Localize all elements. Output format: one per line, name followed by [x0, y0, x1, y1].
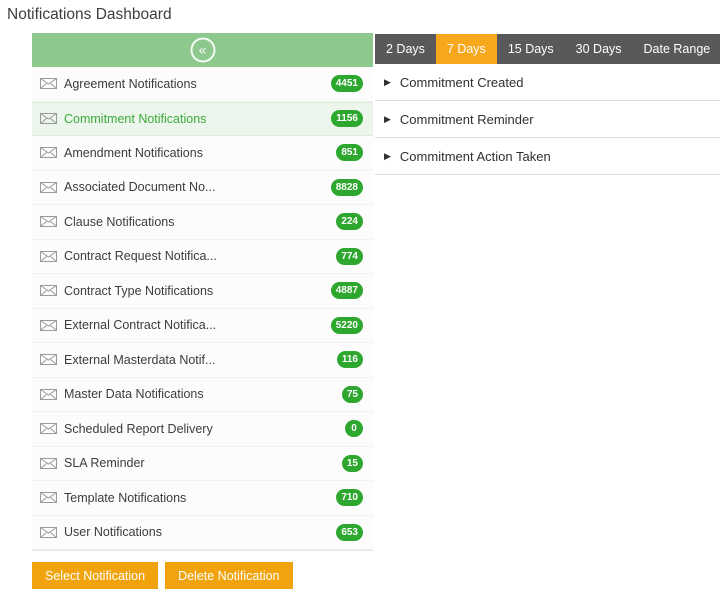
tab-date-range[interactable]: Date Range: [633, 34, 720, 64]
notification-groups: ▶ Commitment Created ▶ Commitment Remind…: [375, 64, 720, 175]
count-badge: 4451: [331, 75, 363, 92]
tab-label: Date Range: [644, 42, 711, 56]
time-range-tabs: 2 Days 7 Days 15 Days 30 Days Date Range: [375, 34, 720, 64]
footer-actions: Select Notification Delete Notification: [32, 562, 293, 589]
count-badge: 8828: [331, 179, 363, 196]
count-badge: 224: [336, 213, 363, 230]
tab-label: 7 Days: [447, 42, 486, 56]
notification-type-label: External Contract Notifica...: [64, 318, 216, 332]
notification-detail-panel: 2 Days 7 Days 15 Days 30 Days Date Range…: [375, 34, 720, 175]
list-item-sla-reminder[interactable]: SLA Reminder 15: [32, 447, 373, 482]
list-item-external-masterdata-notif[interactable]: External Masterdata Notif... 116: [32, 343, 373, 378]
count-badge: 4887: [331, 282, 363, 299]
collapse-chevron-icon: «: [199, 42, 207, 56]
envelope-icon: [40, 389, 57, 400]
count-badge: 116: [337, 351, 363, 368]
envelope-icon: [40, 320, 57, 331]
envelope-icon: [40, 285, 57, 296]
delete-notification-button[interactable]: Delete Notification: [165, 562, 292, 589]
count-badge: 1156: [331, 110, 363, 127]
dashboard-layout: « Agreement Notifications 4451 Commitmen…: [32, 33, 720, 551]
list-item-user-notifications[interactable]: User Notifications 653: [32, 516, 373, 551]
group-label: Commitment Reminder: [400, 112, 534, 127]
envelope-icon: [40, 147, 57, 158]
notification-type-label: Contract Request Notifica...: [64, 249, 217, 263]
page-title: Notifications Dashboard: [7, 6, 172, 24]
list-item-scheduled-report-delivery[interactable]: Scheduled Report Delivery 0: [32, 412, 373, 447]
notification-type-label: Master Data Notifications: [64, 387, 204, 401]
count-badge: 5220: [331, 317, 363, 334]
count-badge: 0: [345, 420, 363, 437]
tab-30-days[interactable]: 30 Days: [565, 34, 633, 64]
accordion-commitment-reminder[interactable]: ▶ Commitment Reminder: [375, 101, 720, 138]
count-badge: 653: [336, 524, 363, 541]
group-label: Commitment Action Taken: [400, 149, 551, 164]
panel-header-bar: «: [32, 33, 373, 67]
list-item-amendment-notifications[interactable]: Amendment Notifications 851: [32, 136, 373, 171]
list-item-agreement-notifications[interactable]: Agreement Notifications 4451: [32, 67, 373, 102]
envelope-icon: [40, 492, 57, 503]
tab-label: 15 Days: [508, 42, 554, 56]
expand-arrow-icon: ▶: [384, 151, 391, 162]
list-item-contract-request-notifica[interactable]: Contract Request Notifica... 774: [32, 240, 373, 275]
tab-label: 2 Days: [386, 42, 425, 56]
envelope-icon: [40, 78, 57, 89]
collapse-panel-button[interactable]: «: [190, 38, 215, 63]
notification-type-label: Clause Notifications: [64, 215, 174, 229]
list-item-contract-type-notifications[interactable]: Contract Type Notifications 4887: [32, 274, 373, 309]
tab-label: 30 Days: [576, 42, 622, 56]
envelope-icon: [40, 354, 57, 365]
notification-type-label: Template Notifications: [64, 491, 186, 505]
accordion-commitment-created[interactable]: ▶ Commitment Created: [375, 64, 720, 101]
notification-type-label: Scheduled Report Delivery: [64, 422, 213, 436]
count-badge: 710: [336, 489, 363, 506]
notification-type-label: Commitment Notifications: [64, 112, 206, 126]
notification-type-label: Associated Document No...: [64, 180, 215, 194]
envelope-icon: [40, 113, 57, 124]
envelope-icon: [40, 527, 57, 538]
envelope-icon: [40, 458, 57, 469]
count-badge: 774: [336, 248, 363, 265]
list-item-external-contract-notifica[interactable]: External Contract Notifica... 5220: [32, 309, 373, 344]
notification-type-label: Amendment Notifications: [64, 146, 203, 160]
notification-types-panel: « Agreement Notifications 4451 Commitmen…: [32, 33, 373, 551]
list-item-master-data-notifications[interactable]: Master Data Notifications 75: [32, 378, 373, 413]
notification-type-list: Agreement Notifications 4451 Commitment …: [32, 67, 373, 551]
tab-7-days[interactable]: 7 Days: [436, 34, 497, 64]
list-item-clause-notifications[interactable]: Clause Notifications 224: [32, 205, 373, 240]
envelope-icon: [40, 182, 57, 193]
accordion-commitment-action-taken[interactable]: ▶ Commitment Action Taken: [375, 138, 720, 175]
select-notification-button[interactable]: Select Notification: [32, 562, 158, 589]
tab-2-days[interactable]: 2 Days: [375, 34, 436, 64]
expand-arrow-icon: ▶: [384, 77, 391, 88]
count-badge: 851: [336, 144, 363, 161]
group-label: Commitment Created: [400, 75, 524, 90]
notification-type-label: SLA Reminder: [64, 456, 145, 470]
count-badge: 15: [342, 455, 363, 472]
list-item-commitment-notifications[interactable]: Commitment Notifications 1156: [32, 102, 373, 137]
notification-type-label: External Masterdata Notif...: [64, 353, 215, 367]
list-item-associated-document-no[interactable]: Associated Document No... 8828: [32, 171, 373, 206]
envelope-icon: [40, 251, 57, 262]
notification-type-label: User Notifications: [64, 525, 162, 539]
count-badge: 75: [342, 386, 363, 403]
expand-arrow-icon: ▶: [384, 114, 391, 125]
envelope-icon: [40, 423, 57, 434]
list-item-template-notifications[interactable]: Template Notifications 710: [32, 481, 373, 516]
envelope-icon: [40, 216, 57, 227]
notification-type-label: Agreement Notifications: [64, 77, 197, 91]
notification-type-label: Contract Type Notifications: [64, 284, 213, 298]
tab-15-days[interactable]: 15 Days: [497, 34, 565, 64]
